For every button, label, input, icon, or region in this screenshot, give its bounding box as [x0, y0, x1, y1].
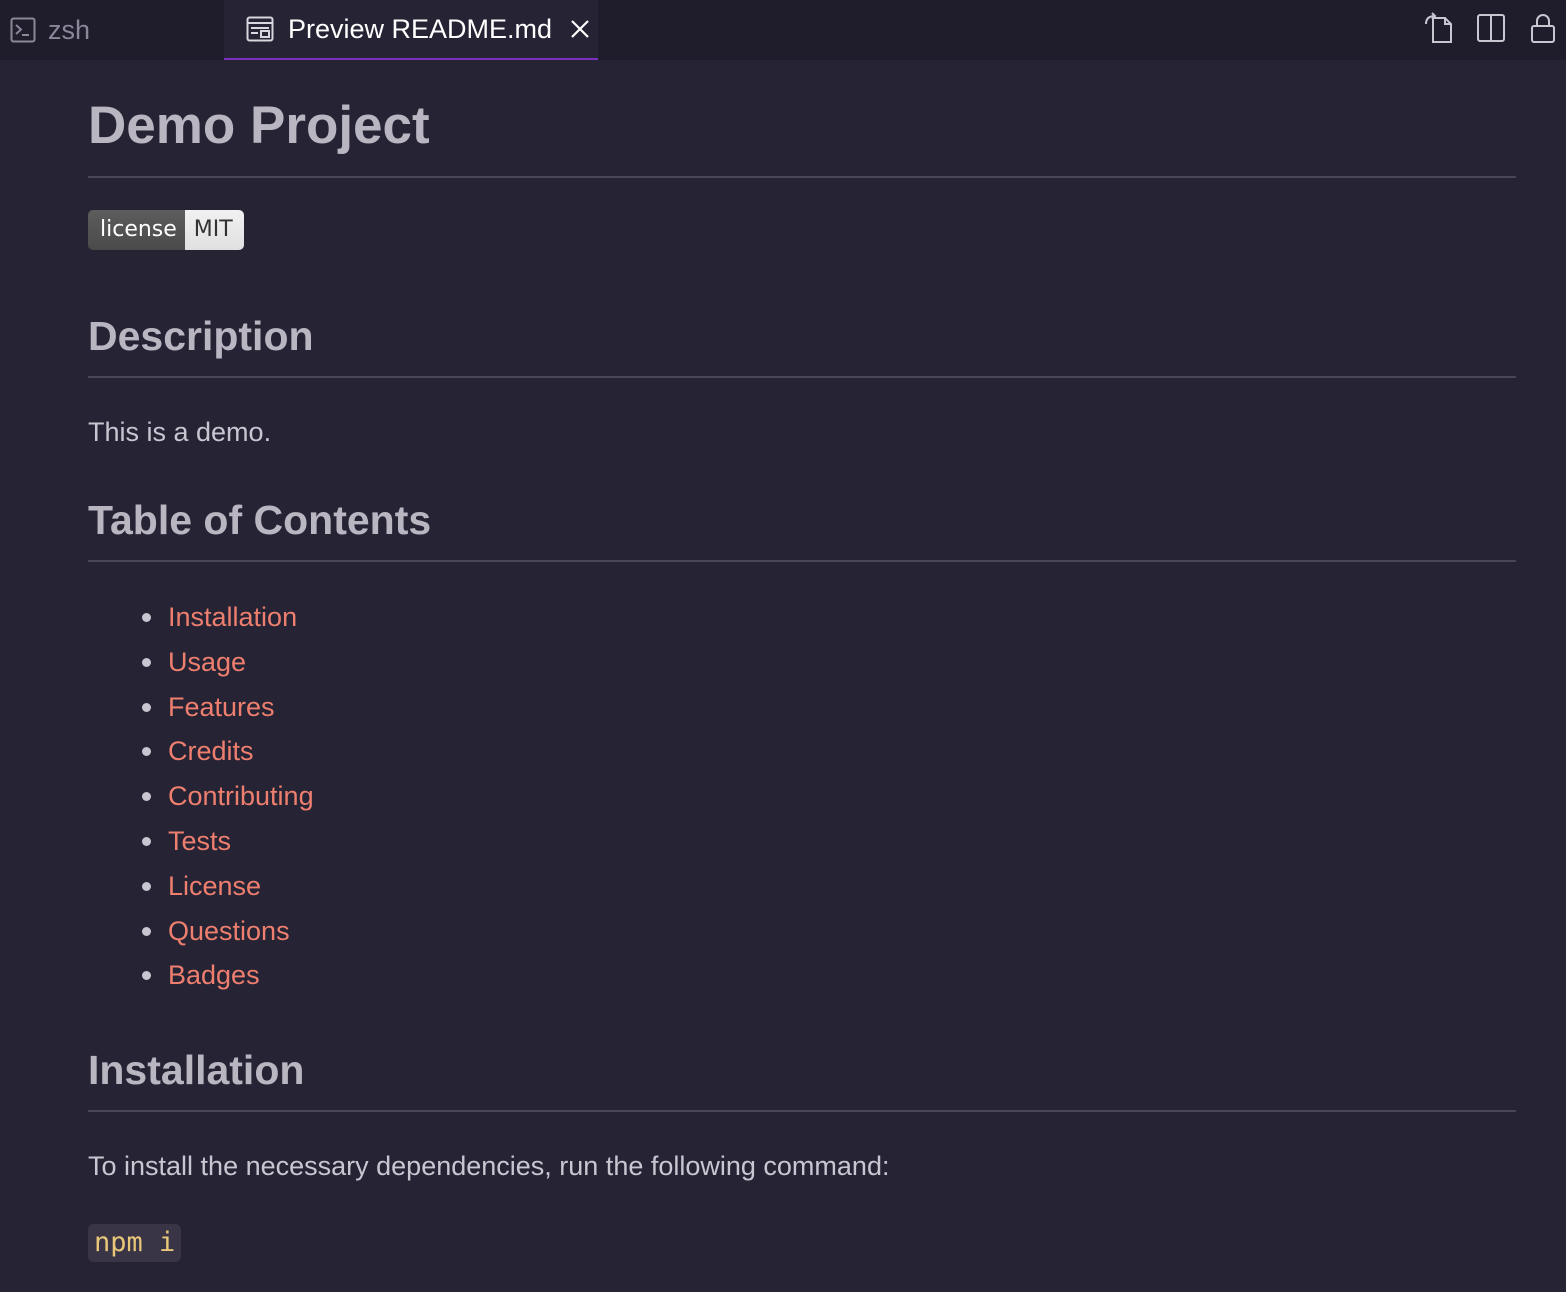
toc-link-tests[interactable]: Tests: [168, 821, 231, 861]
installation-text: To install the necessary dependencies, r…: [88, 1151, 890, 1182]
toc-list: Installation Usage Features Credits Cont…: [88, 597, 1516, 1000]
close-icon[interactable]: [570, 19, 590, 39]
toc-link-usage[interactable]: Usage: [168, 642, 246, 682]
list-item: Questions: [142, 911, 1516, 956]
description-text: This is a demo.: [88, 417, 272, 447]
badge-label: license: [88, 210, 185, 250]
markdown-preview: Demo Project license MIT Description Thi…: [88, 60, 1516, 1263]
tab-label: Preview README.md: [288, 13, 553, 44]
tab-bar: zsh Preview README.md: [0, 0, 1566, 60]
toc-link-license[interactable]: License: [168, 866, 261, 906]
toc-link-credits[interactable]: Credits: [168, 731, 254, 771]
install-command-code: npm i: [88, 1224, 182, 1263]
bullet: [142, 971, 151, 981]
bullet: [142, 702, 151, 712]
lock-icon[interactable]: [1526, 11, 1560, 45]
list-item: Credits: [142, 731, 1516, 776]
page-title: Demo Project: [88, 60, 1516, 178]
tab-zsh[interactable]: zsh: [0, 0, 224, 60]
bullet: [142, 792, 151, 802]
badge-value: MIT: [184, 210, 244, 250]
heading-installation: Installation: [88, 1044, 1516, 1113]
bullet: [142, 881, 151, 891]
bullet: [142, 926, 151, 936]
list-item: License: [142, 866, 1516, 911]
editor-actions: [1404, 8, 1566, 48]
heading-table-of-contents: Table of Contents: [88, 494, 1516, 562]
tab-label: zsh: [48, 14, 91, 45]
list-item: Contributing: [142, 776, 1516, 821]
bullet: [142, 657, 151, 667]
toc-link-questions[interactable]: Questions: [168, 911, 290, 951]
toc-link-contributing[interactable]: Contributing: [168, 776, 314, 816]
open-source-icon[interactable]: [1422, 11, 1456, 45]
tab-preview-readme[interactable]: Preview README.md: [224, 0, 598, 60]
toc-link-features[interactable]: Features: [168, 687, 275, 727]
list-item: Installation: [142, 597, 1516, 642]
terminal-icon: [10, 17, 36, 43]
toc-link-badges[interactable]: Badges: [168, 955, 260, 995]
bullet: [142, 747, 151, 757]
split-editor-icon[interactable]: [1474, 11, 1508, 45]
bullet: [142, 836, 151, 846]
heading-description: Description: [88, 310, 1516, 378]
license-badge: license MIT: [88, 210, 244, 250]
list-item: Usage: [142, 642, 1516, 687]
preview-icon: [246, 16, 274, 42]
bullet: [142, 613, 151, 622]
list-item: Features: [142, 687, 1516, 732]
toc-link-installation[interactable]: Installation: [168, 597, 297, 637]
list-item: Tests: [142, 821, 1516, 866]
list-item: Badges: [142, 955, 1516, 1000]
